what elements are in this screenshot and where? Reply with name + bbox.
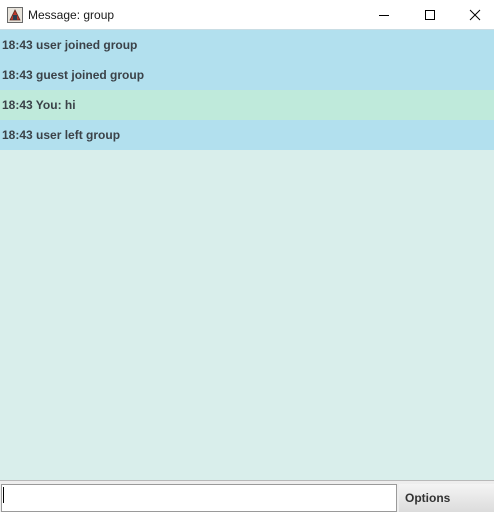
chat-window: Message: group 18:43 user joined group 1… [0,0,494,512]
message-row-own: 18:43 You: hi [0,90,494,120]
message-row: 18:43 guest joined group [0,60,494,90]
java-app-icon [7,7,23,23]
close-icon [469,9,481,20]
options-button[interactable]: Options [399,484,494,512]
message-row: 18:43 user left group [0,120,494,150]
window-title: Message: group [28,8,115,22]
maximize-icon [425,9,435,20]
close-button[interactable] [452,0,494,29]
message-input[interactable] [1,484,397,512]
title-bar[interactable]: Message: group [0,0,494,30]
minimize-button[interactable] [361,0,407,29]
maximize-button[interactable] [407,0,453,29]
composer-bar: Options [0,480,494,512]
message-list[interactable]: 18:43 user joined group 18:43 guest join… [0,30,494,480]
message-row: 18:43 user joined group [0,30,494,60]
minimize-icon [379,14,389,16]
text-caret [3,487,4,503]
